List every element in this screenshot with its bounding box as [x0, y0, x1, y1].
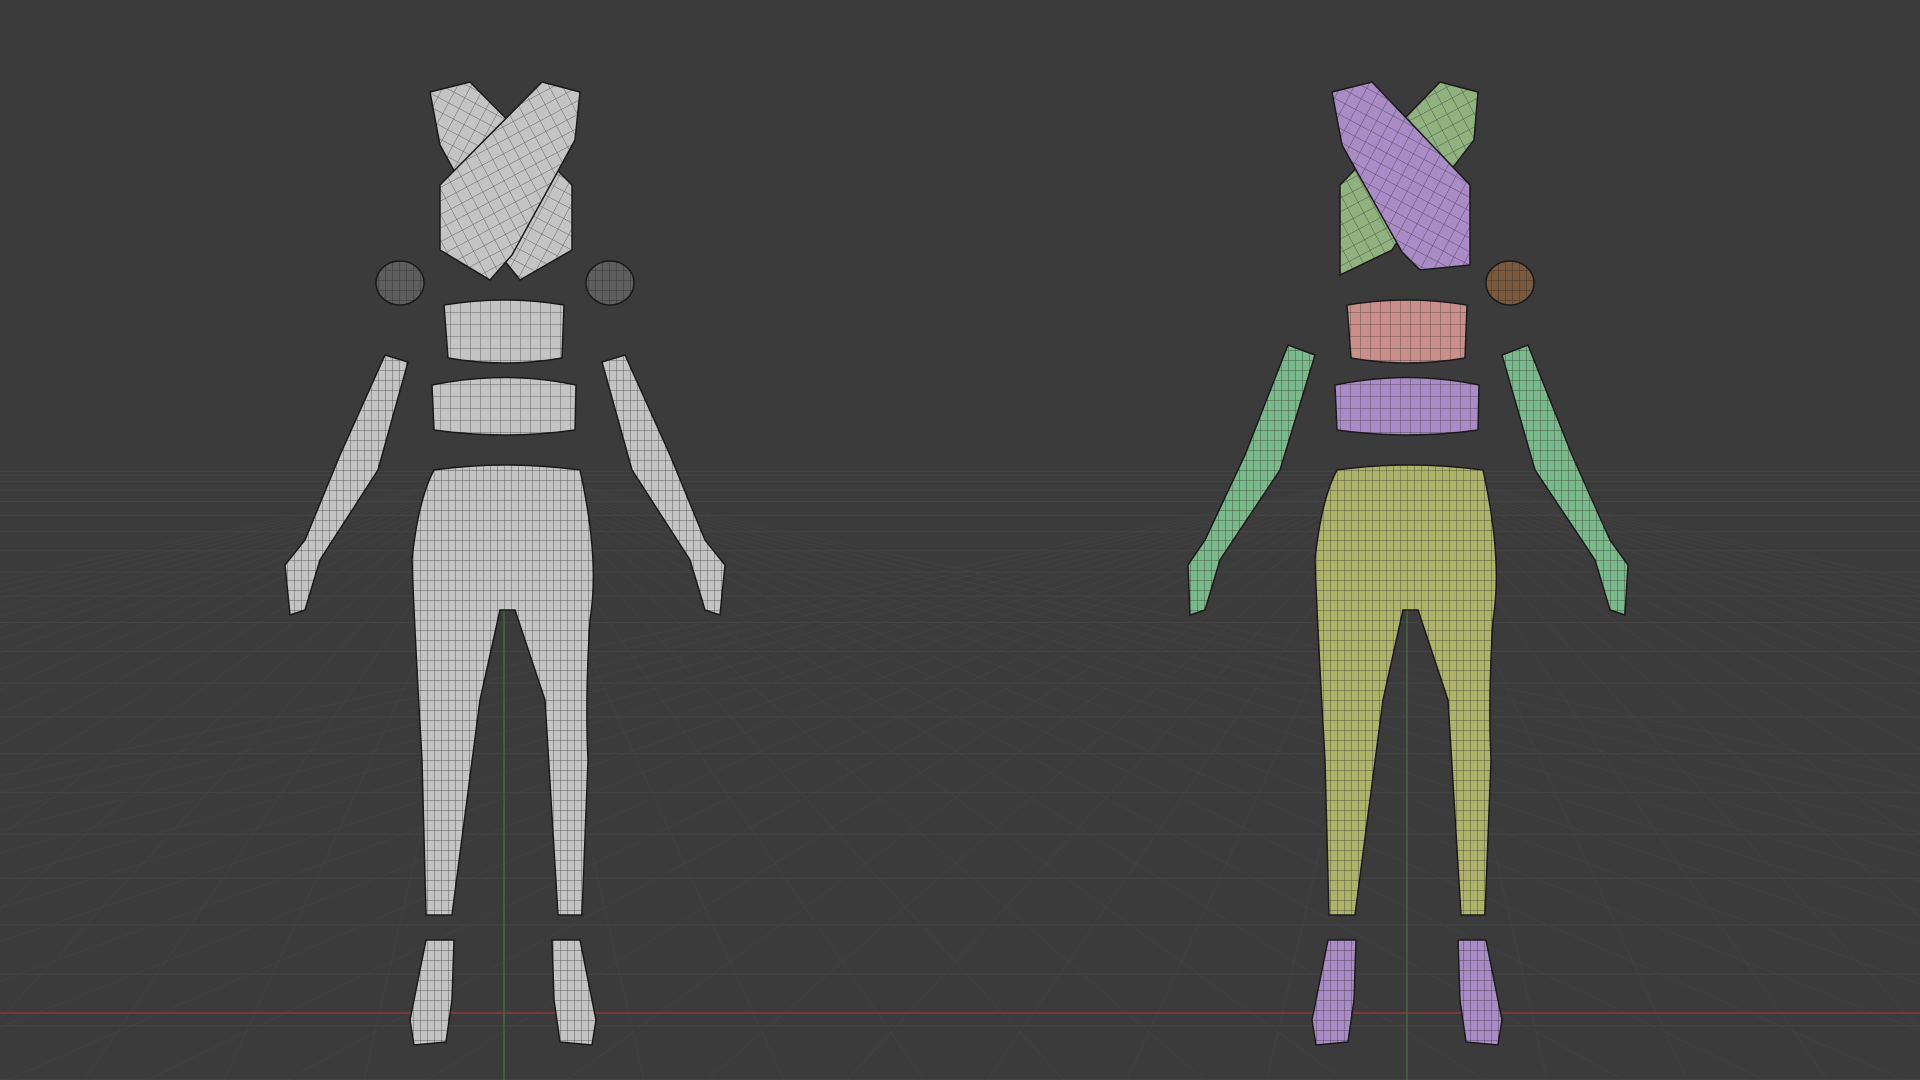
- glove-right[interactable]: [601, 354, 726, 617]
- boot-left[interactable]: [1311, 939, 1357, 1046]
- boot-right[interactable]: [551, 939, 597, 1046]
- boot-left[interactable]: [409, 939, 455, 1046]
- waistband[interactable]: [431, 376, 577, 436]
- glove-right[interactable]: [1501, 344, 1629, 617]
- viewport-scene[interactable]: [0, 0, 1920, 1080]
- grid-line: [503, 469, 1205, 1080]
- right-model[interactable]: [1187, 81, 1629, 1046]
- bandeau[interactable]: [1346, 299, 1468, 364]
- leggings[interactable]: [1314, 464, 1498, 916]
- left-model[interactable]: [284, 81, 726, 1046]
- glove-left[interactable]: [1187, 344, 1316, 617]
- grid-line: [706, 469, 1408, 1080]
- waistband[interactable]: [1334, 376, 1480, 436]
- wrist-cuff-right[interactable]: [585, 260, 635, 306]
- crop-top-wrap[interactable]: [429, 81, 581, 281]
- glove-left[interactable]: [284, 354, 409, 617]
- boot-right[interactable]: [1457, 939, 1503, 1046]
- wrist-cuff-right[interactable]: [1485, 260, 1535, 306]
- crop-top-wrap[interactable]: [1331, 81, 1479, 277]
- 3d-viewport[interactable]: [0, 0, 1920, 1080]
- bandeau[interactable]: [443, 299, 565, 364]
- leggings[interactable]: [411, 464, 595, 916]
- wrist-cuff-left[interactable]: [375, 260, 425, 306]
